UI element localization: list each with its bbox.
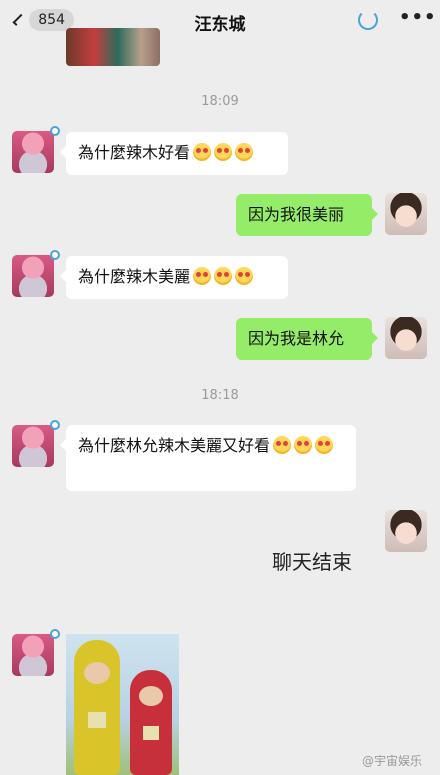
- verified-icon: [50, 126, 60, 136]
- heart-eyes-emoji-icon: [315, 436, 334, 454]
- heart-eyes-emoji-icon: [235, 267, 254, 285]
- message-text: 為什麼辣木美麗: [78, 267, 191, 286]
- verified-icon: [50, 629, 60, 639]
- message-text: 因为我很美丽: [248, 205, 345, 224]
- message-text: 為什麼辣木好看: [78, 143, 191, 162]
- sticker-figure: [130, 670, 172, 775]
- watermark: @宇宙娱乐: [362, 754, 423, 768]
- image-message[interactable]: [66, 28, 160, 66]
- avatar[interactable]: [385, 193, 427, 235]
- message-text: 為什麼林允辣木美麗又好看: [78, 436, 271, 455]
- avatar[interactable]: [385, 510, 427, 552]
- verified-icon: [50, 420, 60, 430]
- heart-eyes-emoji-icon: [214, 267, 233, 285]
- message-bubble[interactable]: 因为我很美丽: [236, 194, 378, 236]
- heart-eyes-emoji-icon: [193, 143, 212, 161]
- heart-eyes-emoji-icon: [273, 436, 292, 454]
- sticker-image[interactable]: [66, 634, 179, 775]
- timestamp: 18:18: [201, 388, 239, 403]
- message-text: 因为我是林允: [248, 329, 345, 348]
- timestamp: 18:09: [201, 94, 239, 109]
- avatar[interactable]: [385, 317, 427, 359]
- avatar[interactable]: [12, 255, 54, 297]
- heart-eyes-emoji-icon: [214, 143, 233, 161]
- message-bubble[interactable]: 因为我是林允: [236, 318, 378, 360]
- more-icon[interactable]: •••: [399, 9, 437, 27]
- heart-eyes-emoji-icon: [294, 436, 313, 454]
- sticker-figure: [74, 640, 120, 775]
- message-bubble[interactable]: 為什麼辣木美麗: [60, 256, 288, 299]
- heart-eyes-emoji-icon: [235, 143, 254, 161]
- avatar[interactable]: [12, 634, 54, 676]
- avatar[interactable]: [12, 425, 54, 467]
- avatar[interactable]: [12, 131, 54, 173]
- verified-icon: [50, 250, 60, 260]
- message-bubble[interactable]: 為什麼辣木好看: [60, 132, 288, 175]
- heart-eyes-emoji-icon: [193, 267, 212, 285]
- message-text[interactable]: 聊天结束: [272, 546, 352, 575]
- message-bubble[interactable]: 為什麼林允辣木美麗又好看: [60, 425, 356, 491]
- loading-icon: [358, 10, 378, 30]
